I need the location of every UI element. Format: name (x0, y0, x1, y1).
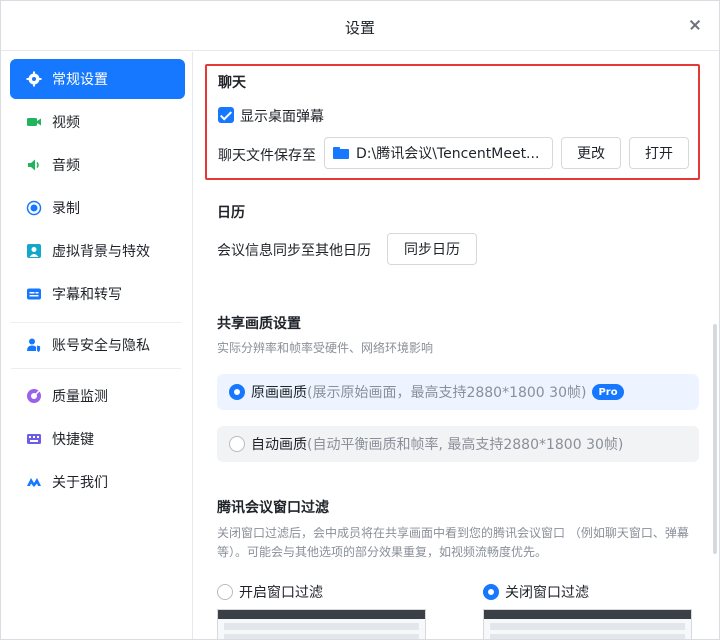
vertical-scrollbar[interactable] (713, 324, 717, 554)
user-shield-icon (26, 337, 42, 353)
sidebar-item-label: 快捷键 (52, 432, 94, 448)
sidebar-item-shortcuts[interactable]: 快捷键 (10, 419, 185, 459)
settings-window: 设置 常规设置 视频 音频 录制 虚拟背景与特效 字幕和转写 账号安全与隐私 质… (0, 0, 720, 640)
quality-option-label: 原画画质 (251, 385, 307, 401)
sidebar-item-label: 关于我们 (52, 475, 108, 491)
sidebar-item-record[interactable]: 录制 (10, 188, 185, 228)
sidebar-item-label: 虚拟背景与特效 (52, 244, 150, 260)
settings-content: 聊天 显示桌面弹幕 聊天文件保存至 D:\腾讯会议\TencentMeet...… (194, 52, 719, 639)
radio-unselected[interactable] (217, 584, 233, 600)
close-icon[interactable] (685, 15, 705, 35)
sidebar-divider (11, 322, 181, 323)
calendar-heading: 日历 (217, 205, 245, 221)
chat-heading: 聊天 (218, 75, 246, 91)
sidebar-item-quality-monitor[interactable]: 质量监测 (10, 376, 185, 416)
sidebar-item-label: 视频 (52, 115, 80, 131)
show-danmaku-label: 显示桌面弹幕 (240, 109, 324, 125)
change-path-button[interactable]: 更改 (561, 137, 621, 169)
sidebar-item-label: 质量监测 (52, 389, 108, 405)
tencent-meeting-logo-icon (26, 474, 42, 490)
sidebar-item-account-security[interactable]: 账号安全与隐私 (10, 325, 185, 365)
sidebar-item-label: 字幕和转写 (52, 287, 122, 303)
window-filter-desc-line1: 关闭窗口过滤后，会中成员将在共享画面中看到您的腾讯会议窗口 （例如聊天窗口、弹幕 (217, 526, 689, 540)
sidebar-item-general[interactable]: 常规设置 (10, 59, 185, 99)
window-filter-off-preview (483, 609, 692, 639)
sidebar-item-about[interactable]: 关于我们 (10, 462, 185, 502)
quality-option-desc: (展示原始画面，最高支持2880*1800 30帧) (307, 385, 587, 401)
window-filter-off-option[interactable]: 关闭窗口过滤 (483, 582, 589, 602)
radio-selected[interactable] (229, 384, 245, 400)
sidebar-item-captions[interactable]: 字幕和转写 (10, 274, 185, 314)
sidebar-item-label: 常规设置 (52, 72, 108, 88)
sidebar-item-label: 录制 (52, 201, 80, 217)
sidebar-item-label: 账号安全与隐私 (52, 338, 150, 354)
title-bar: 设置 (1, 1, 719, 51)
sidebar-item-virtual-background[interactable]: 虚拟背景与特效 (10, 231, 185, 271)
gear-icon (26, 71, 42, 87)
person-background-icon (26, 243, 42, 259)
show-danmaku-checkbox[interactable] (218, 107, 234, 123)
keyboard-icon (26, 431, 42, 447)
sidebar-item-audio[interactable]: 音频 (10, 145, 185, 185)
radio-selected[interactable] (483, 584, 499, 600)
window-filter-desc-line2: 等）。可能会与其他选项的部分效果重复，如视频流畅度优先。 (217, 545, 548, 559)
window-filter-on-option[interactable]: 开启窗口过滤 (217, 582, 323, 602)
monitor-icon (26, 388, 42, 404)
sync-calendar-button[interactable]: 同步日历 (387, 233, 477, 265)
sidebar-item-video[interactable]: 视频 (10, 102, 185, 142)
window-filter-on-preview (217, 609, 426, 639)
camera-icon (26, 114, 42, 130)
chat-save-path-value: D:\腾讯会议\TencentMeet... (356, 146, 540, 162)
window-filter-off-label: 关闭窗口过滤 (505, 585, 589, 601)
quality-option-original[interactable]: 原画画质 (展示原始画面，最高支持2880*1800 30帧) Pro (217, 374, 699, 410)
record-icon (26, 200, 42, 216)
sidebar: 常规设置 视频 音频 录制 虚拟背景与特效 字幕和转写 账号安全与隐私 质量监测… (1, 52, 193, 639)
quality-option-label: 自动画质 (251, 437, 307, 453)
caption-icon (26, 286, 42, 302)
speaker-icon (26, 157, 42, 173)
pro-badge: Pro (592, 384, 624, 400)
chat-save-path-label: 聊天文件保存至 (218, 148, 316, 164)
sidebar-divider (11, 368, 181, 369)
open-folder-button[interactable]: 打开 (629, 137, 689, 169)
share-quality-heading: 共享画质设置 (217, 316, 301, 332)
calendar-sync-label: 会议信息同步至其他日历 (217, 243, 371, 259)
chat-save-path-field[interactable]: D:\腾讯会议\TencentMeet... (324, 137, 553, 169)
radio-unselected[interactable] (229, 436, 245, 452)
quality-option-auto[interactable]: 自动画质 (自动平衡画质和帧率, 最高支持2880*1800 30帧) (217, 426, 699, 462)
share-quality-subtitle: 实际分辨率和帧率受硬件、网络环境影响 (217, 341, 434, 355)
sidebar-item-label: 音频 (52, 158, 80, 174)
window-title: 设置 (344, 19, 375, 37)
window-filter-on-label: 开启窗口过滤 (239, 585, 323, 601)
window-filter-heading: 腾讯会议窗口过滤 (217, 500, 329, 516)
quality-option-desc: (自动平衡画质和帧率, 最高支持2880*1800 30帧) (307, 437, 624, 453)
folder-icon (333, 147, 349, 159)
